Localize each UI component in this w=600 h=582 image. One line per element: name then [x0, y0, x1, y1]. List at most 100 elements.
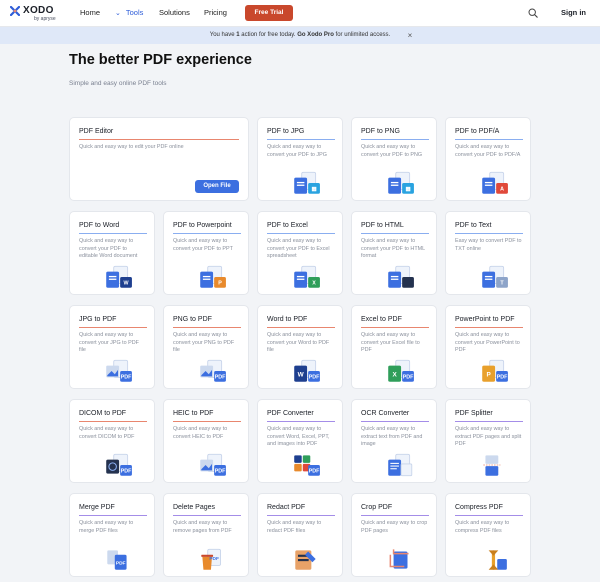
redact-pdf-icon — [295, 550, 316, 570]
tool-card-title: PDF Splitter — [455, 410, 493, 417]
tool-card[interactable]: PDF Converter Quick and easy way to conve… — [257, 399, 343, 483]
pdf-to-image-icon: ▦ — [294, 171, 320, 194]
nav-pricing[interactable]: Pricing — [204, 8, 227, 18]
sign-in-link[interactable]: Sign in — [561, 8, 586, 18]
search-icon[interactable] — [528, 8, 538, 18]
tool-card[interactable]: PowerPoint to PDF Quick and easy way to c… — [445, 305, 531, 389]
image-to-pdf-icon: PDF — [200, 453, 226, 476]
tool-card-description: Quick and easy way to convert your PDF t… — [267, 238, 330, 259]
tool-card-title: Merge PDF — [79, 504, 115, 511]
pdf-to-pdfa-icon: A — [482, 171, 508, 194]
tool-card-description: Quick and easy way to convert your PDF t… — [455, 144, 521, 158]
svg-text:▦: ▦ — [406, 187, 411, 193]
svg-text:X: X — [393, 371, 398, 378]
tool-card-title: PDF to Word — [79, 222, 120, 229]
tool-card-title: Delete Pages — [173, 504, 216, 511]
tool-card-description: Quick and easy way to convert your PDF t… — [361, 238, 425, 259]
tool-card-underline — [455, 233, 523, 234]
tool-card-underline — [267, 139, 335, 140]
banner-pro-link[interactable]: Go Xodo Pro — [297, 32, 334, 38]
merge-pdf-icon: PDF — [107, 550, 127, 570]
tool-card[interactable]: PDF to Powerpoint Quick and easy way to c… — [163, 211, 249, 295]
tool-card-description: Quick and easy way to convert your PDF t… — [173, 238, 233, 252]
tool-card[interactable]: JPG to PDF Quick and easy way to convert … — [69, 305, 155, 389]
pdf-to-image-icon: ▦ — [388, 171, 414, 194]
tool-card-underline — [361, 233, 429, 234]
delete-pages-icon: PDF — [201, 548, 221, 570]
image-to-pdf-icon: PDF — [200, 359, 226, 382]
ppt-to-pdf-icon: P PDF — [482, 359, 508, 382]
nav-tools[interactable]: ⌄ Tools — [115, 8, 143, 19]
tool-card-underline — [361, 139, 429, 140]
tool-card-description: Quick and easy way to convert your PDF t… — [267, 144, 327, 158]
svg-text:A: A — [500, 187, 504, 193]
banner-text-pre: You have — [209, 32, 237, 38]
tool-card-title: Redact PDF — [267, 504, 306, 511]
open-file-button[interactable]: Open File — [195, 180, 239, 193]
tool-card-description: Quick and easy way to merge PDF files — [79, 520, 134, 534]
svg-text:PDF: PDF — [403, 375, 414, 381]
nav-home[interactable]: Home — [80, 8, 100, 18]
tool-card[interactable]: OCR Converter Quick and easy way to extra… — [351, 399, 437, 483]
tool-card[interactable]: PNG to PDF Quick and easy way to convert … — [163, 305, 249, 389]
tool-card-description: Quick and easy way to convert HEIC to PD… — [173, 426, 228, 440]
image-to-pdf-icon: PDF — [106, 359, 132, 382]
close-icon[interactable]: × — [405, 27, 415, 44]
tool-card-title: PDF to Excel — [267, 222, 308, 229]
tool-card[interactable]: PDF to HTML Quick and easy way to convert… — [351, 211, 437, 295]
tool-card-description: Quick and easy way to extract text from … — [361, 426, 423, 447]
tool-card-description: Quick and easy way to convert your Word … — [267, 332, 330, 353]
tool-card-underline — [173, 233, 241, 234]
dicom-to-pdf-icon: PDF — [106, 453, 132, 476]
svg-text:W: W — [298, 371, 305, 378]
tool-card[interactable]: PDF to Excel Quick and easy way to conver… — [257, 211, 343, 295]
svg-text:P: P — [487, 371, 492, 378]
svg-text:PDF: PDF — [116, 560, 126, 566]
tool-card-title: Excel to PDF — [361, 316, 402, 323]
nav-solutions[interactable]: Solutions — [159, 8, 190, 18]
ocr-icon — [388, 453, 413, 477]
free-actions-banner: You have 1 action for free today. Go Xod… — [0, 27, 600, 44]
tool-card[interactable]: PDF to PDF/A Quick and easy way to conver… — [445, 117, 531, 201]
tool-card-underline — [267, 515, 335, 516]
tool-card-underline — [173, 421, 241, 422]
svg-text:PDF: PDF — [121, 469, 132, 475]
pdf-to-excel-icon: X — [294, 265, 320, 288]
tool-card-title: OCR Converter — [361, 410, 410, 417]
tool-card[interactable]: Crop PDF Quick and easy way to crop PDF p… — [351, 493, 437, 577]
tool-card[interactable]: PDF to PNG Quick and easy way to convert … — [351, 117, 437, 201]
word-to-pdf-icon: W PDF — [294, 359, 320, 382]
tool-card-title: PNG to PDF — [173, 316, 212, 323]
tool-card-underline — [79, 139, 239, 140]
tool-card-underline — [173, 515, 241, 516]
tool-card-title: Word to PDF — [267, 316, 308, 323]
free-trial-button[interactable]: Free Trial — [245, 5, 293, 21]
tool-card[interactable]: Compress PDF Quick and easy way to compre… — [445, 493, 531, 577]
svg-text:PDF: PDF — [309, 375, 320, 381]
tool-card[interactable]: Word to PDF Quick and easy way to convert… — [257, 305, 343, 389]
tool-card[interactable]: DICOM to PDF Quick and easy way to conver… — [69, 399, 155, 483]
tool-card[interactable]: PDF Splitter Quick and easy way to extrac… — [445, 399, 531, 483]
tool-card-title: HEIC to PDF — [173, 410, 214, 417]
tool-card[interactable]: Delete Pages Quick and easy way to remove… — [163, 493, 249, 577]
tool-card[interactable]: Redact PDF Quick and easy way to redact P… — [257, 493, 343, 577]
pdf-to-html-icon — [388, 265, 414, 288]
excel-to-pdf-icon: X PDF — [388, 359, 414, 382]
tool-card-title: PDF to PNG — [361, 128, 400, 135]
tool-card-title: DICOM to PDF — [79, 410, 127, 417]
tool-card[interactable]: PDF to Word Quick and easy way to convert… — [69, 211, 155, 295]
tool-card-underline — [173, 327, 241, 328]
tool-card-pdf-editor[interactable]: PDF Editor Quick and easy way to edit yo… — [69, 117, 249, 201]
tool-card[interactable]: Merge PDF Quick and easy way to merge PDF… — [69, 493, 155, 577]
tool-card[interactable]: PDF to Text Easy way to convert PDF to TX… — [445, 211, 531, 295]
tool-card[interactable]: Excel to PDF Quick and easy way to conver… — [351, 305, 437, 389]
tool-card[interactable]: PDF to JPG Quick and easy way to convert … — [257, 117, 343, 201]
svg-text:PDF: PDF — [215, 469, 226, 475]
tool-card-description: Quick and easy way to remove pages from … — [173, 520, 232, 534]
tool-card-description: Easy way to convert PDF to TXT online — [455, 238, 522, 252]
split-pdf-icon — [483, 455, 501, 476]
tool-card-title: PDF to PDF/A — [455, 128, 500, 135]
logo[interactable]: XODO by apryse — [10, 5, 70, 23]
tool-card-underline — [79, 233, 147, 234]
tool-card[interactable]: HEIC to PDF Quick and easy way to convert… — [163, 399, 249, 483]
